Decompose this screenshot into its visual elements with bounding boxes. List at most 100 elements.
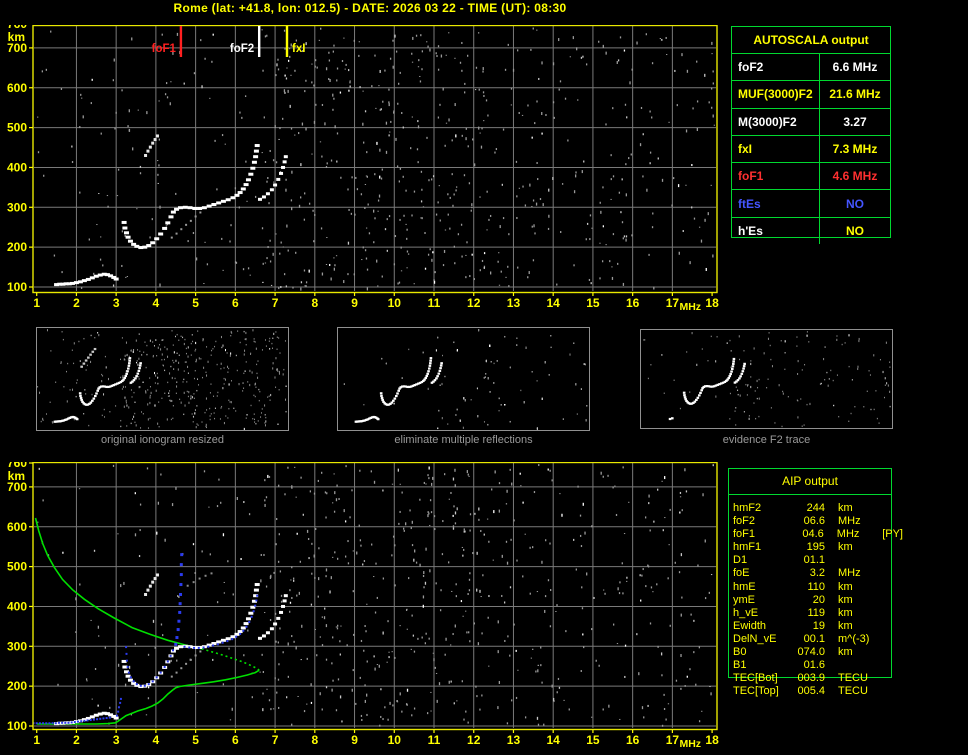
x-tick-label: 18 bbox=[705, 296, 719, 310]
y-tick-label: 500 bbox=[7, 121, 27, 135]
x-tick-label: 8 bbox=[311, 296, 318, 310]
parameter-label: fxI bbox=[732, 135, 820, 163]
parameter-value: 00.1 bbox=[803, 632, 825, 645]
table-row: foF1 4.6 MHz bbox=[732, 163, 890, 191]
x-tick-label: 17 bbox=[666, 296, 680, 310]
x-tick-label: 15 bbox=[586, 296, 600, 310]
parameter-label: foF2 bbox=[733, 515, 756, 528]
parameter-label: M(3000)F2 bbox=[732, 108, 820, 135]
x-tick-label: 4 bbox=[153, 733, 160, 747]
parameter-value: 04.6 bbox=[802, 528, 824, 541]
parameter-unit: km bbox=[838, 619, 853, 632]
x-tick-label: 13 bbox=[507, 296, 521, 310]
table-row: foF2 06.6 MHz bbox=[733, 515, 903, 528]
parameter-value: 01.6 bbox=[803, 659, 825, 672]
x-tick-label: 16 bbox=[626, 296, 640, 310]
marker-label-fxI: fxI bbox=[292, 43, 305, 55]
parameter-unit: MHz bbox=[838, 515, 861, 528]
autoscala-table-header: AUTOSCALA output bbox=[732, 27, 890, 54]
parameter-value: 01.1 bbox=[803, 554, 825, 567]
thumbnail-caption-evidence: evidence F2 trace bbox=[722, 434, 811, 446]
table-row: foF1 04.6 MHz [PY] bbox=[733, 528, 903, 541]
parameter-unit: TECU bbox=[838, 672, 868, 685]
parameter-label: ftEs bbox=[732, 190, 820, 217]
thumbnail-eliminate-reflections bbox=[337, 327, 590, 431]
x-tick-label: 13 bbox=[507, 733, 521, 747]
table-row: ymE 20 km bbox=[733, 594, 903, 607]
x-tick-label: 11 bbox=[428, 296, 441, 310]
x-tick-label: 10 bbox=[388, 733, 402, 747]
x-tick-label: 7 bbox=[272, 733, 279, 747]
parameter-value: NO bbox=[846, 196, 864, 211]
parameter-label: foF2 bbox=[732, 54, 820, 81]
parameter-label: hmE bbox=[733, 580, 756, 593]
parameter-label: TEC[Bot] bbox=[733, 672, 778, 685]
autoscala-table-body: foF2 6.6 MHz MUF(3000)F2 21.6 MHz M(3000)F2 3… bbox=[732, 54, 890, 245]
x-tick-label: 7 bbox=[272, 296, 279, 310]
parameter-value: 005.4 bbox=[797, 685, 825, 698]
parameter-value: 110 bbox=[807, 580, 825, 593]
y-axis-unit: km bbox=[8, 469, 25, 483]
autoscala-table: AUTOSCALA output foF2 6.6 MHz MUF(3000)F2 2… bbox=[731, 26, 891, 245]
x-tick-label: 14 bbox=[547, 296, 561, 310]
parameter-unit: km bbox=[838, 502, 853, 514]
x-tick-label: 9 bbox=[351, 296, 358, 310]
parameter-label: D1 bbox=[733, 554, 748, 567]
parameter-value: NO bbox=[846, 223, 864, 238]
parameter-unit: km bbox=[838, 646, 853, 659]
parameter-unit: m^(-3) bbox=[838, 632, 870, 645]
thumbnail-caption-eliminate: eliminate multiple reflections bbox=[394, 434, 533, 446]
table-row: ftEs NO bbox=[732, 190, 890, 218]
x-tick-label: 3 bbox=[113, 733, 120, 747]
parameter-value: 3.27 bbox=[843, 114, 867, 129]
parameter-label: foF1 bbox=[733, 528, 756, 541]
parameter-unit bbox=[838, 659, 882, 672]
parameter-value: 003.9 bbox=[797, 672, 825, 685]
aip-table-header: AIP output bbox=[729, 469, 891, 495]
x-tick-label: 14 bbox=[547, 733, 561, 747]
parameter-value: 6.6 MHz bbox=[832, 60, 878, 75]
parameter-label: MUF(3000)F2 bbox=[732, 81, 820, 108]
parameter-unit: km bbox=[838, 593, 853, 606]
x-tick-label: 18 bbox=[705, 733, 719, 747]
table-row: TEC[Bot] 003.9 TECU bbox=[733, 672, 903, 685]
parameter-label: Ewidth bbox=[733, 619, 767, 632]
parameter-unit: MHz bbox=[836, 528, 860, 541]
thumbnail-original-ionogram bbox=[36, 327, 289, 431]
x-tick-label: 16 bbox=[626, 733, 640, 747]
table-row: fxI 7.3 MHz bbox=[732, 135, 890, 164]
parameter-value: 195 bbox=[806, 541, 825, 554]
parameter-note: [PY] bbox=[882, 528, 903, 541]
parameter-unit: TECU bbox=[838, 685, 868, 698]
x-tick-label: 1 bbox=[33, 296, 40, 310]
parameter-unit: km bbox=[838, 541, 853, 554]
autoscala-output-screen: Rome (lat: +41.8, lon: 012.5) - DATE: 20… bbox=[0, 0, 968, 755]
table-row: M(3000)F2 3.27 bbox=[732, 108, 890, 136]
y-tick-label: 400 bbox=[7, 599, 27, 613]
x-tick-label: 1 bbox=[33, 733, 40, 747]
thumbnail-evidence-f2-trace bbox=[640, 329, 893, 429]
parameter-value: 244 bbox=[806, 502, 825, 514]
parameter-label: foF1 bbox=[732, 163, 820, 190]
parameter-value: 06.6 bbox=[803, 515, 825, 528]
parameter-value: 074.0 bbox=[797, 646, 825, 659]
y-tick-label: 400 bbox=[7, 160, 27, 174]
table-row: Ewidth 19 km bbox=[733, 620, 903, 633]
y-axis-unit: km bbox=[8, 30, 25, 44]
table-row: TEC[Top] 005.4 TECU bbox=[733, 685, 903, 698]
bottom-ionogram-plot: 1 2 3 4 5 6 7 8 9 10 11 12 13 14 15 16 17 18MHz7607006005… bbox=[7, 462, 719, 750]
parameter-label: h'Es bbox=[732, 217, 820, 245]
x-tick-label: 12 bbox=[467, 296, 481, 310]
thumbnail-caption-original: original ionogram resized bbox=[101, 434, 224, 446]
parameter-value: 119 bbox=[807, 606, 825, 619]
y-tick-label: 300 bbox=[7, 200, 27, 214]
parameter-unit: km bbox=[838, 606, 853, 619]
x-tick-label: 6 bbox=[232, 733, 239, 747]
x-tick-label: 6 bbox=[232, 296, 239, 310]
table-row: B0 074.0 km bbox=[733, 646, 903, 659]
parameter-unit: km bbox=[838, 580, 853, 593]
parameter-value: 7.3 MHz bbox=[832, 142, 878, 157]
parameter-label: h_vE bbox=[733, 606, 759, 619]
x-axis-unit: MHz bbox=[679, 738, 701, 750]
parameter-label: ymE bbox=[733, 593, 755, 606]
